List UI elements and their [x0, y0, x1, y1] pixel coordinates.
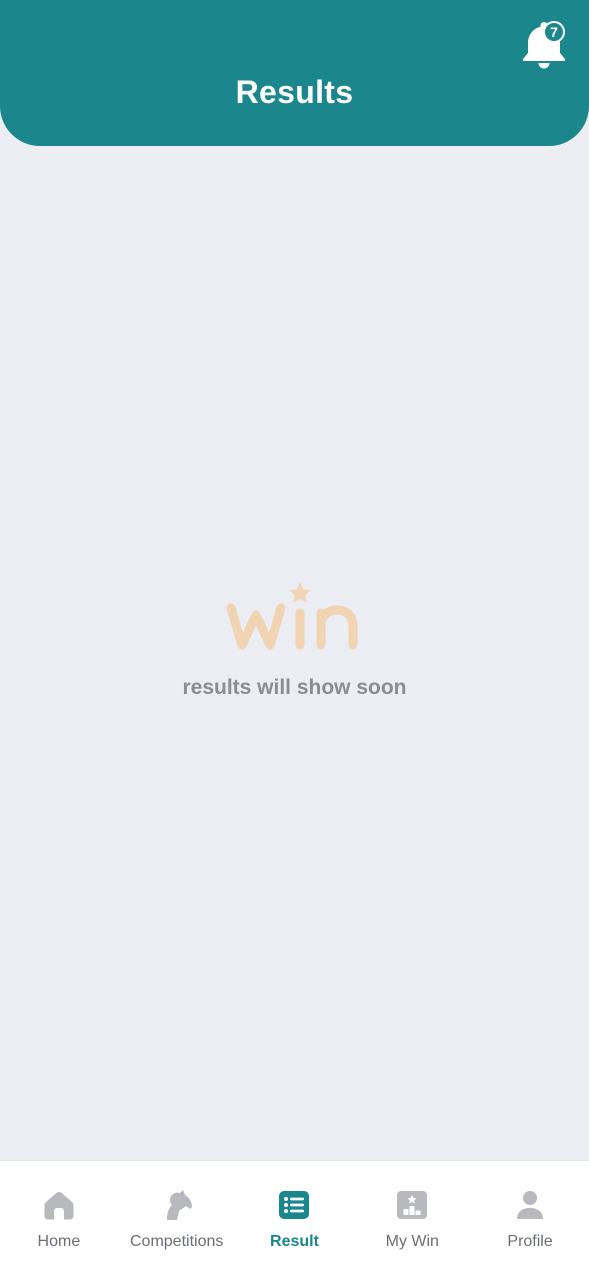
- tab-result[interactable]: Result: [236, 1161, 354, 1280]
- page-title: Results: [235, 74, 354, 110]
- tab-competitions[interactable]: Competitions: [118, 1161, 236, 1280]
- win-logo: [225, 575, 365, 655]
- home-icon: [44, 1192, 74, 1220]
- tab-profile[interactable]: Profile: [471, 1161, 589, 1280]
- tab-competitions-label: Competitions: [130, 1233, 224, 1250]
- results-screen: Results 7 results will show soon Home Co…: [0, 0, 589, 1280]
- tab-result-label: Result: [270, 1233, 319, 1250]
- empty-state: results will show soon: [0, 575, 589, 700]
- tab-my-win-label: My Win: [385, 1233, 439, 1250]
- user-icon: [517, 1191, 544, 1219]
- bottom-tab-bar: Home Competitions Result My Win Profile: [0, 1160, 589, 1280]
- header: Results: [0, 0, 589, 146]
- podium-icon: [397, 1191, 428, 1219]
- horse-icon: [166, 1190, 192, 1220]
- empty-state-message: results will show soon: [182, 676, 407, 699]
- tab-home[interactable]: Home: [0, 1161, 118, 1280]
- tab-home-label: Home: [37, 1233, 81, 1250]
- tab-profile-label: Profile: [507, 1233, 553, 1250]
- tab-my-win[interactable]: My Win: [353, 1161, 471, 1280]
- notification-badge: 7: [543, 21, 565, 43]
- list-icon: [279, 1191, 310, 1219]
